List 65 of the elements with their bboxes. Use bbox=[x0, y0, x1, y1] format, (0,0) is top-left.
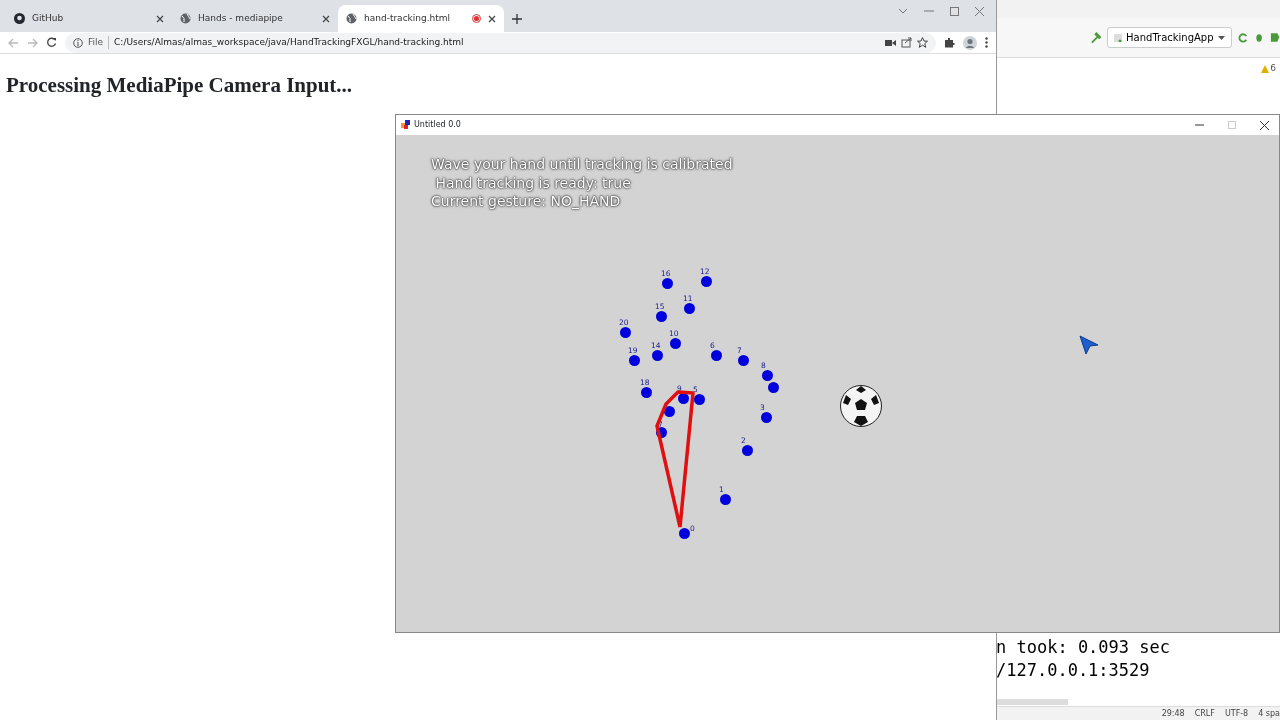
share-icon[interactable] bbox=[901, 37, 912, 48]
camera-icon[interactable] bbox=[885, 38, 896, 47]
chevron-down-icon[interactable] bbox=[898, 8, 908, 14]
landmark-dot bbox=[677, 392, 689, 404]
landmark-dot bbox=[678, 527, 690, 539]
browser-tab[interactable]: GitHub bbox=[6, 5, 172, 32]
hammer-icon[interactable] bbox=[1090, 31, 1102, 44]
warning-count: 6 bbox=[1270, 62, 1276, 75]
star-icon[interactable] bbox=[917, 37, 928, 48]
status-message: Hand tracking is ready: true bbox=[434, 173, 631, 192]
reload-icon[interactable] bbox=[46, 37, 57, 48]
landmark-dot bbox=[663, 405, 675, 417]
landmark-dot bbox=[683, 302, 695, 314]
url-text: C:/Users/Almas/almas_workspace/java/HandTrackingFXGL/hand-tracking.html bbox=[114, 35, 464, 49]
landmark-dot bbox=[700, 275, 712, 287]
landmark-dot bbox=[640, 386, 652, 398]
landmark-dot bbox=[651, 349, 663, 361]
globe-icon bbox=[346, 13, 357, 24]
page-heading: Processing MediaPipe Camera Input... bbox=[6, 72, 354, 99]
close-icon[interactable] bbox=[1260, 120, 1269, 130]
rerun-icon[interactable] bbox=[1237, 32, 1248, 43]
cursor-arrow-icon bbox=[1079, 335, 1099, 355]
landmark-dot bbox=[710, 349, 722, 361]
window-title: Untitled 0.0 bbox=[414, 119, 461, 131]
url-scheme: File bbox=[88, 35, 110, 50]
github-icon bbox=[14, 13, 25, 24]
info-icon bbox=[73, 37, 83, 48]
status-bar-item[interactable]: 29:48 bbox=[1161, 707, 1185, 720]
landmark-dot bbox=[719, 493, 731, 505]
status-bar-item[interactable]: CRLF bbox=[1194, 707, 1215, 720]
new-tab-icon[interactable] bbox=[512, 14, 522, 24]
landmark-dot bbox=[619, 326, 631, 338]
close-icon[interactable] bbox=[156, 14, 164, 23]
close-icon[interactable] bbox=[488, 14, 496, 23]
status-bar-item[interactable]: 4 spa bbox=[1258, 707, 1280, 720]
landmark-dot bbox=[655, 310, 667, 322]
browser-tab[interactable]: hand-tracking.html bbox=[338, 5, 504, 32]
landmark-dot bbox=[761, 369, 773, 381]
status-message: Wave your hand until tracking is calibrated bbox=[431, 155, 733, 173]
globe-icon bbox=[180, 13, 191, 24]
caret-icon bbox=[1217, 35, 1225, 40]
landmark-dot bbox=[669, 337, 681, 349]
close-icon[interactable] bbox=[322, 14, 330, 23]
maximize-icon[interactable] bbox=[950, 6, 959, 16]
address-bar[interactable]: File C:/Users/Almas/almas_workspace/java/HandTrackingFXGL/hand-tracking.html bbox=[65, 32, 936, 53]
landmark-dot bbox=[693, 393, 705, 405]
landmark-dot bbox=[628, 354, 640, 366]
app-icon bbox=[1114, 33, 1123, 42]
landmark-dot bbox=[760, 411, 772, 423]
avatar-icon[interactable] bbox=[963, 35, 977, 50]
landmark-dot bbox=[737, 354, 749, 366]
warning-icon bbox=[1261, 64, 1270, 73]
status-message: Current gesture: NO_HAND bbox=[431, 192, 622, 211]
status-bar-item[interactable]: UTF-8 bbox=[1224, 707, 1249, 720]
soccer-ball-icon bbox=[840, 385, 882, 427]
console-line: n took: 0.093 sec bbox=[996, 636, 1170, 659]
run-configuration-dropdown[interactable]: HandTrackingApp bbox=[1107, 27, 1232, 48]
puzzle-icon[interactable] bbox=[944, 37, 955, 48]
landmark-dot bbox=[767, 381, 779, 393]
landmark-dot bbox=[661, 277, 673, 289]
app-logo-icon bbox=[401, 120, 411, 130]
landmark-dot bbox=[741, 444, 753, 456]
console-line: /127.0.0.1:3529 bbox=[996, 659, 1151, 682]
menu-icon[interactable] bbox=[985, 37, 988, 48]
browser-tab[interactable]: Hands - mediapipe bbox=[172, 5, 338, 32]
